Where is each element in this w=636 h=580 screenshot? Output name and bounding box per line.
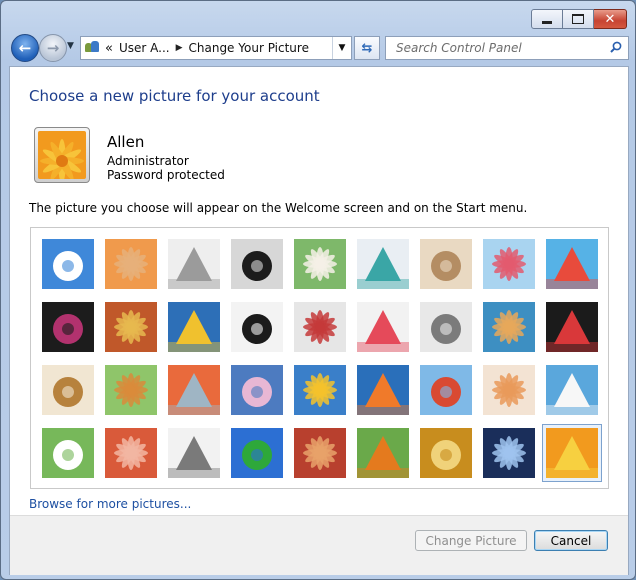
picture-sailboat[interactable] (546, 365, 598, 415)
close-button[interactable]: ✕ (594, 9, 627, 29)
picture-crayons[interactable] (294, 302, 346, 352)
refresh-button[interactable]: ⇆ (354, 36, 380, 60)
picture-lighthouse[interactable] (483, 428, 535, 478)
picture-starfish[interactable] (105, 239, 157, 289)
address-dropdown-button[interactable]: ▼ (332, 37, 351, 59)
navigation-bar: ← → ▼ « User A... ▶ Change Your Picture … (1, 33, 635, 63)
search-input[interactable] (394, 40, 608, 56)
change-picture-button[interactable]: Change Picture (415, 530, 527, 551)
picture-spinning-top[interactable] (357, 239, 409, 289)
picture-toy-robot[interactable] (168, 365, 220, 415)
caption-buttons: ✕ (531, 9, 627, 29)
page-title: Choose a new picture for your account (29, 87, 320, 105)
picture-pink-flower[interactable] (483, 239, 535, 289)
user-password-status: Password protected (107, 168, 225, 182)
picture-robot-figure[interactable] (168, 239, 220, 289)
picture-pomeranian[interactable] (105, 365, 157, 415)
picture-striped-ball[interactable] (42, 302, 94, 352)
picture-clownfish[interactable] (357, 365, 409, 415)
picture-green-window[interactable] (231, 428, 283, 478)
picture-sunflower[interactable] (294, 365, 346, 415)
picture-red-textile[interactable] (294, 428, 346, 478)
picture-star-flower[interactable] (357, 302, 409, 352)
search-box[interactable] (385, 36, 629, 60)
breadcrumb-user-accounts[interactable]: User A... (119, 41, 170, 55)
picture-hot-air-balloon[interactable] (420, 365, 472, 415)
user-role: Administrator (107, 154, 189, 168)
forward-button[interactable]: → (39, 34, 67, 62)
picture-marbles[interactable] (168, 428, 220, 478)
address-bar[interactable]: « User A... ▶ Change Your Picture ▼ (80, 36, 352, 60)
back-button[interactable]: ← (11, 34, 39, 62)
maximize-icon (572, 14, 584, 24)
refresh-icon: ⇆ (361, 40, 373, 56)
current-picture-thumbnail (38, 131, 86, 179)
picture-fabric-stripes[interactable] (105, 302, 157, 352)
close-icon: ✕ (604, 11, 616, 27)
user-name: Allen (107, 133, 145, 151)
picture-grid (30, 227, 609, 489)
minimize-button[interactable] (531, 9, 563, 29)
chevron-down-icon: ▼ (338, 43, 346, 53)
cancel-button[interactable]: Cancel (534, 530, 608, 551)
picture-woven-fabric[interactable] (105, 428, 157, 478)
minimize-icon (542, 20, 552, 24)
picture-roller-coaster[interactable] (42, 239, 94, 289)
picture-silk-scarf[interactable] (231, 365, 283, 415)
picture-guitar[interactable] (42, 365, 94, 415)
picture-kitten[interactable] (420, 239, 472, 289)
picture-orange-daisy[interactable] (542, 424, 602, 482)
picture-chick-toy[interactable] (483, 365, 535, 415)
picture-butterfly[interactable] (357, 428, 409, 478)
arrow-right-icon: → (46, 39, 60, 57)
picture-metal-jack[interactable] (420, 302, 472, 352)
recent-pages-dropdown[interactable]: ▼ (67, 41, 74, 51)
search-icon[interactable] (610, 41, 622, 53)
picture-lucky-cat[interactable] (294, 239, 346, 289)
picture-stairs[interactable] (483, 302, 535, 352)
picture-record-player[interactable] (231, 239, 283, 289)
breadcrumb-change-picture[interactable]: Change Your Picture (189, 41, 309, 55)
breadcrumb-separator[interactable]: ▶ (176, 43, 183, 53)
avatar (34, 127, 90, 183)
browse-more-pictures-link[interactable]: Browse for more pictures... (29, 497, 191, 511)
picture-pinwheel[interactable] (546, 239, 598, 289)
picture-border-collie[interactable] (231, 302, 283, 352)
picture-shell-spiral[interactable] (420, 428, 472, 478)
breadcrumb-overflow[interactable]: « (105, 41, 113, 56)
maximize-button[interactable] (563, 9, 594, 29)
content-pane: Choose a new picture for your account Al… (9, 66, 629, 575)
control-panel-window: ✕ ← → ▼ « User A... ▶ Change Your Pictur… (0, 0, 636, 580)
picture-paper-crane[interactable] (546, 302, 598, 352)
chevron-down-icon: ▼ (67, 41, 74, 51)
picture-soccer-ball[interactable] (42, 428, 94, 478)
user-accounts-icon (85, 41, 101, 55)
picture-yellow-leaf[interactable] (168, 302, 220, 352)
arrow-left-icon: ← (18, 39, 32, 57)
title-bar: ✕ (1, 1, 635, 35)
button-bar: Change Picture Cancel (10, 515, 628, 575)
picture-description: The picture you choose will appear on th… (29, 201, 528, 215)
